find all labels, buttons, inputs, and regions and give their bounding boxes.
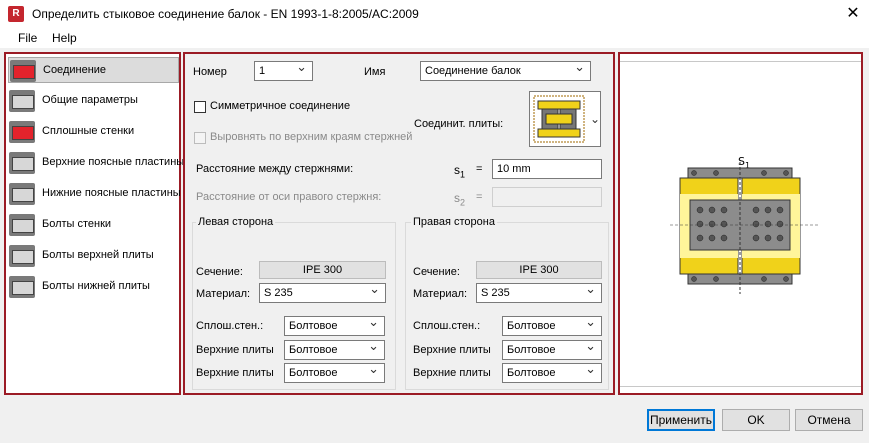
right-section-field[interactable]: IPE 300 [476, 261, 602, 279]
left-bottom-plates-select[interactable]: Болтовое [284, 360, 385, 383]
svg-text:S: S [738, 155, 745, 168]
web-icon [9, 121, 35, 143]
right-bottom-plates-select[interactable]: Болтовое [502, 360, 602, 383]
connection-plates-icon: ⌄ [533, 95, 600, 143]
svg-text:⌄: ⌄ [590, 112, 600, 126]
s2-symbol: s2 [454, 191, 466, 208]
left-top-plates-label: Верхние плиты [196, 344, 274, 356]
nav-item-label: Нижние поясные пластины [42, 187, 181, 199]
number-select[interactable]: 1 [254, 58, 313, 81]
right-side-title: Правая сторона [411, 216, 497, 228]
right-web-select[interactable]: Болтовое [502, 313, 602, 336]
s2-input[interactable] [492, 187, 602, 207]
nav-item-label: Общие параметры [42, 94, 138, 106]
preview-separator-bottom [620, 386, 861, 387]
right-bottom-plates-label: Верхние плиты [413, 367, 491, 379]
s1-equals: = [476, 163, 483, 175]
nav-item-bottom-plate-bolts[interactable]: Болты нижней плиты [8, 274, 179, 300]
preview-separator-top [620, 61, 861, 62]
preview-panel: S 1 [618, 52, 863, 395]
general-params-icon [9, 90, 35, 112]
left-material-label: Материал: [196, 288, 251, 300]
bottom-plate-bolts-icon [9, 276, 35, 298]
nav-item-label: Сплошные стенки [42, 125, 135, 137]
left-bottom-plates-label: Верхние плиты [196, 367, 274, 379]
plates-select[interactable]: ⌄ [529, 91, 601, 147]
right-top-plates-label: Верхние плиты [413, 344, 491, 356]
nav-item-label: Соединение [43, 64, 107, 76]
nav-item-connection[interactable]: Соединение [8, 57, 179, 83]
right-web-label: Сплош.стен.: [413, 320, 481, 332]
nav-item-label: Болты стенки [42, 218, 112, 230]
distance-label: Расстояние между стержнями: [196, 163, 354, 175]
ok-button[interactable]: OK [722, 409, 790, 431]
nav-item-label: Верхние поясные пластины [42, 156, 185, 168]
left-web-label: Сплош.стен.: [196, 320, 264, 332]
nav-item-top-plate-bolts[interactable]: Болты верхней плиты [8, 243, 179, 269]
nav-item-label: Болты верхней плиты [42, 249, 154, 261]
connection-icon [10, 60, 36, 82]
left-top-plates-select[interactable]: Болтовое [284, 337, 385, 360]
offset-label: Расстояние от оси правого стержня: [196, 191, 382, 203]
close-icon[interactable]: ✕ [842, 3, 864, 25]
right-material-label: Материал: [413, 288, 468, 300]
right-top-plates-select[interactable]: Болтовое [502, 337, 602, 360]
apply-button[interactable]: Применить [647, 409, 715, 431]
nav-item-top-flange-plates[interactable]: Верхние поясные пластины [8, 150, 184, 176]
menu-file[interactable]: File [18, 31, 37, 45]
s1-symbol: s1 [454, 163, 466, 180]
nav-item-webs[interactable]: Сплошные стенки [8, 119, 179, 145]
number-label: Номер [193, 66, 227, 78]
top-flange-plates-icon [9, 152, 35, 174]
cancel-button[interactable]: Отмена [795, 409, 863, 431]
left-material-select[interactable]: S 235 [259, 280, 386, 303]
left-section-label: Сечение: [196, 266, 243, 278]
connection-preview-diagram: S 1 [670, 155, 820, 294]
web-bolts-icon [9, 214, 35, 236]
name-select[interactable]: Соединение балок [420, 58, 591, 81]
window-title: Определить стыковое соединение балок - E… [32, 7, 419, 21]
s2-equals: = [476, 191, 483, 203]
menu-help[interactable]: Help [52, 31, 77, 45]
name-label: Имя [364, 66, 386, 78]
nav-item-web-bolts[interactable]: Болты стенки [8, 212, 179, 238]
nav-item-label: Болты нижней плиты [42, 280, 150, 292]
right-section-label: Сечение: [413, 266, 460, 278]
left-web-select[interactable]: Болтовое [284, 313, 385, 336]
symmetric-label: Симметричное соединение [210, 100, 351, 112]
menu-bar [0, 28, 869, 48]
plates-label: Соединит. плиты: [414, 118, 504, 130]
left-side-title: Левая сторона [196, 216, 276, 228]
s1-input[interactable]: 10 mm [492, 159, 602, 179]
top-plate-bolts-icon [9, 245, 35, 267]
nav-item-bottom-flange-plates[interactable]: Нижние поясные пластины [8, 181, 181, 207]
app-icon: R [8, 6, 24, 22]
right-material-select[interactable]: S 235 [476, 280, 602, 303]
left-section-field[interactable]: IPE 300 [259, 261, 386, 279]
align-checkbox[interactable] [194, 132, 206, 144]
nav-item-general-params[interactable]: Общие параметры [8, 88, 179, 114]
align-label: Выровнять по верхним краям стержней [210, 131, 413, 143]
symmetric-checkbox[interactable] [194, 101, 206, 113]
bottom-flange-plates-icon [9, 183, 35, 205]
